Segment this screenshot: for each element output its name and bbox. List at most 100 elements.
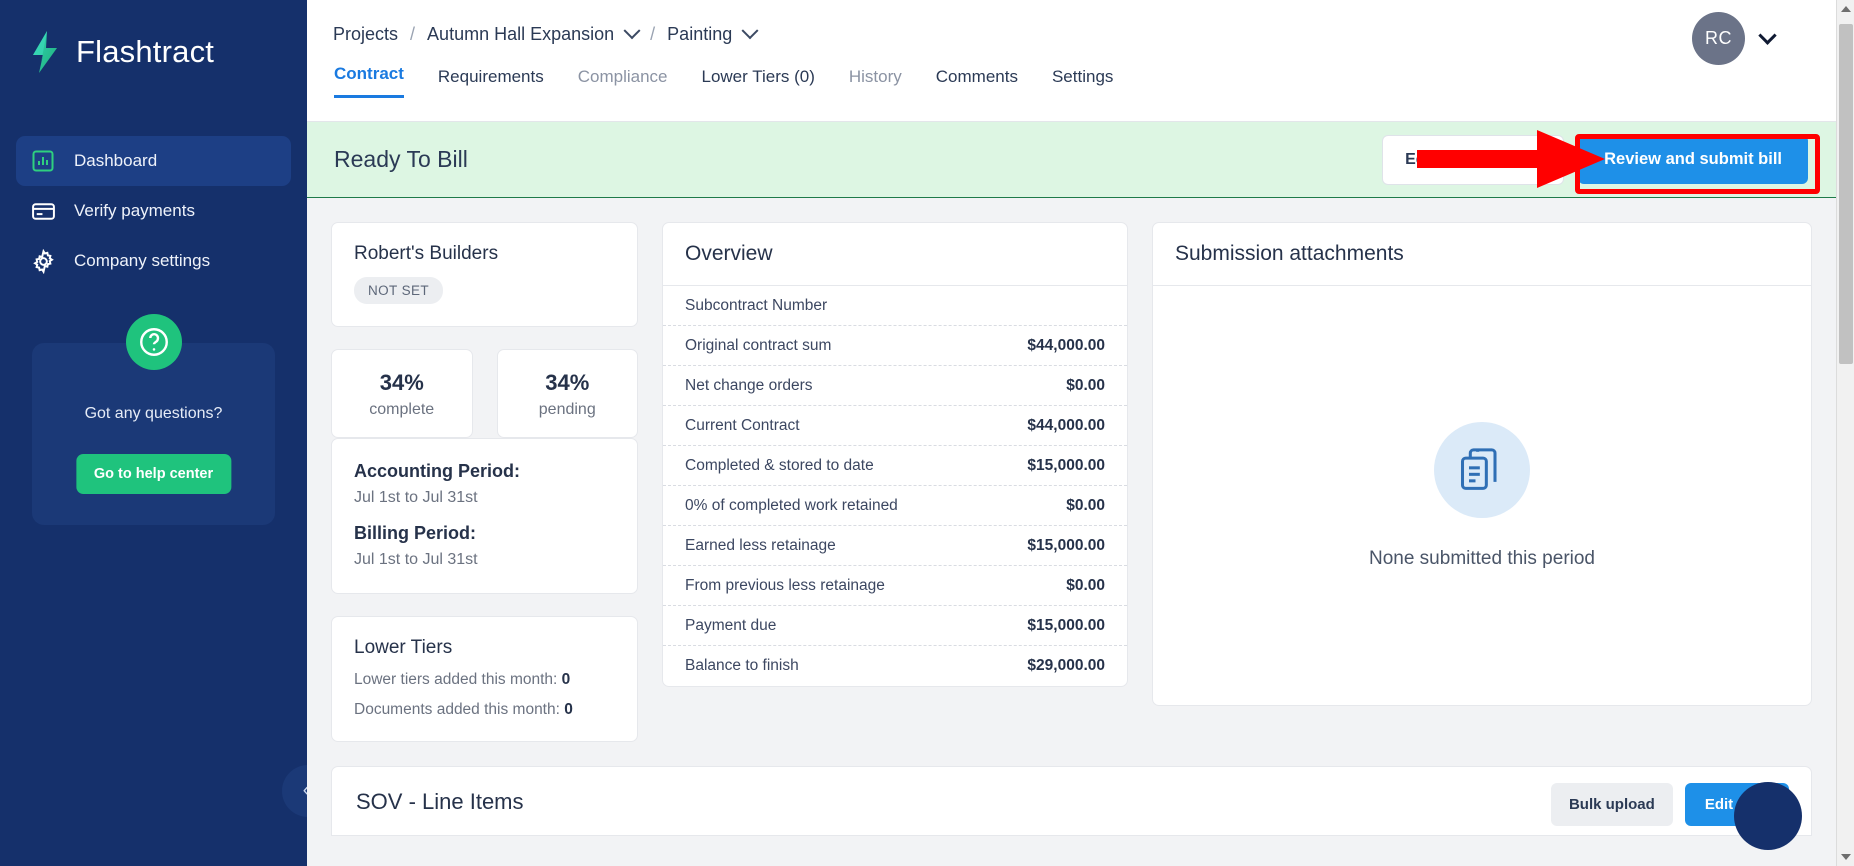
stats-row: 34% complete 34% pending	[331, 349, 638, 438]
accounting-period-label: Accounting Period:	[354, 461, 520, 481]
tab-history[interactable]: History	[849, 67, 902, 98]
stat-pending: 34% pending	[496, 349, 638, 438]
overview-row-value: $0.00	[1066, 576, 1105, 594]
table-row: Subcontract Number	[663, 286, 1127, 326]
periods-card: Accounting Period: Jul 1st to Jul 31st B…	[331, 438, 638, 594]
sidebar-item-verify-payments[interactable]: Verify payments	[16, 186, 291, 236]
gear-icon	[30, 248, 56, 274]
tab-bar: Contract Requirements Compliance Lower T…	[307, 64, 1836, 98]
chevron-down-icon[interactable]	[623, 21, 641, 39]
breadcrumb-separator: /	[650, 24, 656, 44]
overview-row-label: Original contract sum	[685, 336, 832, 354]
overview-row-label: Balance to finish	[685, 657, 799, 674]
breadcrumb-item-trade[interactable]: Painting	[667, 24, 732, 45]
question-mark-circle-icon	[125, 314, 182, 370]
avatar[interactable]: RC	[1692, 12, 1745, 65]
sidebar: Flashtract Dashboard Verify payments Com…	[0, 0, 334, 866]
table-row: Completed & stored to date $15,000.00	[663, 446, 1127, 486]
brand[interactable]: Flashtract	[0, 0, 307, 74]
banner-actions: Edit invoice items Review and submit bil…	[1382, 134, 1808, 185]
overview-row-value: $15,000.00	[1027, 456, 1105, 474]
lower-tiers-added-value: 0	[561, 671, 571, 688]
vendor-status-badge: NOT SET	[354, 277, 444, 304]
chevron-down-icon[interactable]	[1758, 26, 1777, 45]
overview-row-label: Completed & stored to date	[685, 456, 874, 474]
lower-tiers-added-label: Lower tiers added this month:	[354, 671, 558, 688]
billing-period-value: Jul 1st to Jul 31st	[354, 551, 478, 568]
credit-card-icon	[30, 198, 56, 224]
tab-comments[interactable]: Comments	[936, 67, 1018, 98]
stat-label: complete	[369, 401, 435, 418]
app-root: Flashtract Dashboard Verify payments Com…	[0, 0, 1854, 866]
chat-bubble-icon[interactable]	[1734, 782, 1802, 850]
documents-stack-icon	[1434, 421, 1530, 518]
vendor-card: Robert's Builders NOT SET	[331, 222, 638, 327]
topbar: Projects / Autumn Hall Expansion / Paint…	[307, 0, 1836, 122]
scroll-up-arrow-icon[interactable]	[1837, 0, 1854, 18]
chevron-down-icon[interactable]	[741, 21, 759, 39]
attachments-empty-state: None submitted this period	[1153, 286, 1811, 705]
overview-row-value: $15,000.00	[1027, 536, 1105, 554]
table-row: From previous less retainage $0.00	[663, 566, 1127, 606]
overview-row-value: $0.00	[1066, 376, 1105, 394]
scroll-down-arrow-icon[interactable]	[1837, 848, 1854, 866]
overview-row-label: Earned less retainage	[685, 536, 836, 554]
main-area: Projects / Autumn Hall Expansion / Paint…	[307, 0, 1836, 866]
account-menu[interactable]: RC	[1692, 12, 1777, 65]
lower-tiers-card: Lower Tiers Lower tiers added this month…	[331, 616, 638, 742]
documents-added-row: Documents added this month: 0	[354, 701, 615, 719]
sidebar-item-label: Dashboard	[74, 151, 158, 170]
breadcrumb: Projects / Autumn Hall Expansion / Paint…	[307, 0, 1836, 45]
breadcrumb-item-projects[interactable]: Projects	[333, 24, 398, 45]
overview-row-label: Payment due	[685, 616, 777, 634]
table-row: Original contract sum $44,000.00	[663, 326, 1127, 366]
overview-row-label: Net change orders	[685, 376, 813, 394]
sidebar-item-label: Verify payments	[74, 201, 195, 220]
sidebar-item-dashboard[interactable]: Dashboard	[16, 136, 291, 186]
sidebar-nav: Dashboard Verify payments Company settin…	[0, 136, 307, 286]
overview-row-value: $44,000.00	[1027, 336, 1105, 354]
go-to-help-center-button[interactable]: Go to help center	[75, 454, 232, 494]
lower-tiers-added-row: Lower tiers added this month: 0	[354, 671, 615, 689]
tab-lower-tiers[interactable]: Lower Tiers (0)	[702, 67, 815, 98]
tab-requirements[interactable]: Requirements	[438, 67, 544, 98]
sov-section: SOV - Line Items Bulk upload Edit SOV	[331, 766, 1812, 836]
stat-label: pending	[538, 401, 596, 418]
help-card: Got any questions? Go to help center	[32, 314, 275, 525]
table-row: Net change orders $0.00	[663, 366, 1127, 406]
table-row: 0% of completed work retained $0.00	[663, 486, 1127, 526]
tab-settings[interactable]: Settings	[1052, 67, 1113, 98]
page-scrollbar[interactable]	[1836, 0, 1854, 866]
table-row: Balance to finish $29,000.00	[663, 646, 1127, 686]
scrollbar-thumb[interactable]	[1839, 24, 1853, 364]
overview-row-label: 0% of completed work retained	[685, 496, 898, 514]
tab-compliance[interactable]: Compliance	[578, 67, 668, 98]
stat-complete: 34% complete	[331, 349, 473, 438]
billing-period-label: Billing Period:	[354, 523, 477, 543]
overview-row-label: From previous less retainage	[685, 576, 885, 594]
submission-attachments-card: Submission attachments None submitted th…	[1152, 222, 1812, 706]
lower-tiers-title: Lower Tiers	[354, 637, 453, 658]
accounting-period-value: Jul 1st to Jul 31st	[354, 489, 478, 506]
review-and-submit-bill-button[interactable]: Review and submit bill	[1578, 135, 1808, 184]
lightning-bolt-icon	[28, 30, 62, 74]
status-badge: Ready To Bill	[334, 146, 468, 172]
dashboard-columns: Robert's Builders NOT SET 34% complete 3…	[331, 222, 1812, 742]
overview-card: Overview Subcontract Number Original con…	[662, 222, 1128, 687]
overview-row-value: $0.00	[1066, 496, 1105, 514]
breadcrumb-item-project[interactable]: Autumn Hall Expansion	[427, 24, 614, 45]
submission-attachments-title: Submission attachments	[1153, 223, 1811, 286]
content-area: Robert's Builders NOT SET 34% complete 3…	[307, 198, 1836, 866]
tab-contract[interactable]: Contract	[334, 64, 404, 98]
documents-added-value: 0	[564, 701, 573, 718]
overview-row-value: $15,000.00	[1027, 616, 1105, 634]
sidebar-item-company-settings[interactable]: Company settings	[16, 236, 291, 286]
table-row: Current Contract $44,000.00	[663, 406, 1127, 446]
brand-name: Flashtract	[76, 34, 215, 69]
stat-value: 34%	[545, 370, 590, 395]
overview-row-label: Subcontract Number	[685, 296, 828, 314]
bulk-upload-button[interactable]: Bulk upload	[1550, 783, 1673, 826]
edit-invoice-items-button[interactable]: Edit invoice items	[1382, 134, 1565, 185]
overview-title: Overview	[663, 223, 1127, 286]
stat-value: 34%	[379, 370, 424, 395]
